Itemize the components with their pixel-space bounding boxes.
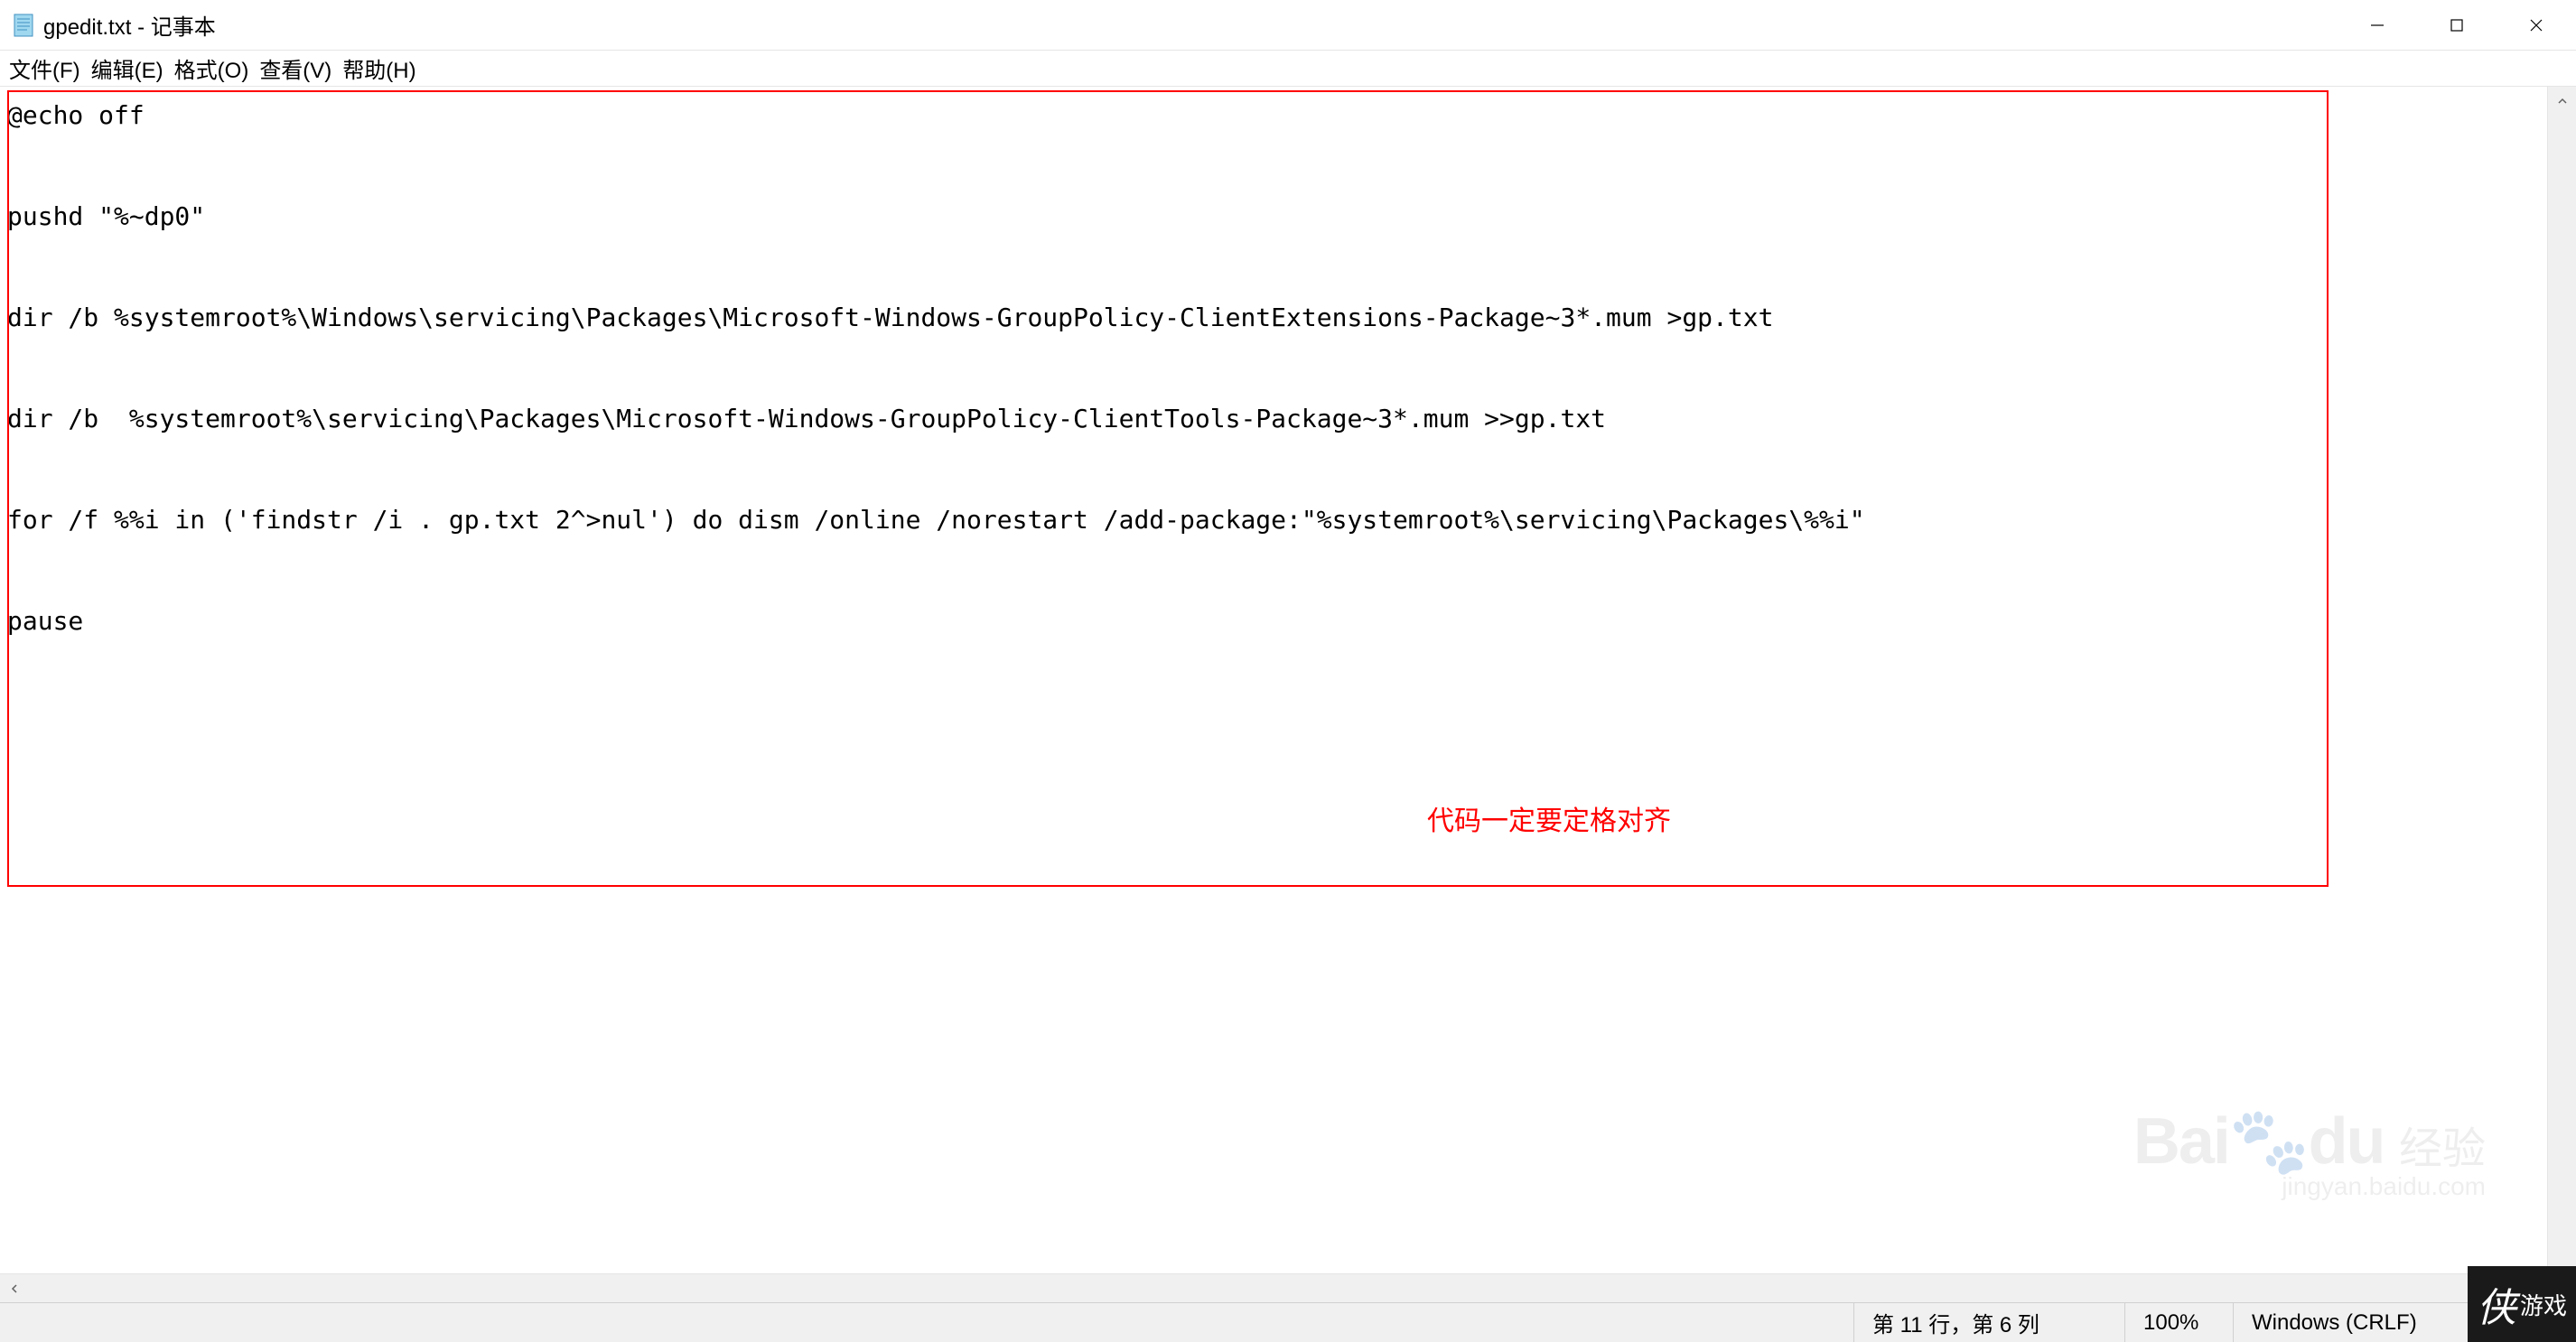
notepad-icon [11,13,36,38]
statusbar-zoom: 100% [2124,1303,2233,1342]
scrollbar-right-icon[interactable] [2547,1274,2576,1302]
titlebar-left: gpedit.txt - 记事本 [0,9,216,41]
statusbar-position: 第 11 行，第 6 列 [1853,1303,2124,1342]
scrollbar-up-icon[interactable] [2548,87,2576,116]
menu-format[interactable]: 格式(O) [169,49,255,88]
vertical-scrollbar[interactable] [2547,87,2576,1273]
editor-area: @echo off pushd "%~dp0" dir /b %systemro… [0,87,2576,1273]
scrollbar-left-icon[interactable] [0,1274,29,1302]
horizontal-scrollbar[interactable] [0,1273,2576,1302]
window-title: gpedit.txt - 记事本 [43,9,216,41]
statusbar: 第 11 行，第 6 列 100% Windows (CRLF) UTF-8 [0,1302,2576,1342]
menubar: 文件(F) 编辑(E) 格式(O) 查看(V) 帮助(H) [0,51,2576,87]
menu-edit[interactable]: 编辑(E) [86,49,169,88]
menu-file[interactable]: 文件(F) [4,49,86,88]
menu-view[interactable]: 查看(V) [254,49,337,88]
statusbar-lineending: Windows (CRLF) [2233,1303,2468,1342]
minimize-button[interactable] [2338,0,2417,51]
menu-help[interactable]: 帮助(H) [337,49,421,88]
maximize-button[interactable] [2417,0,2497,51]
editor-content[interactable]: @echo off pushd "%~dp0" dir /b %systemro… [0,87,2547,1273]
window-controls [2338,0,2576,51]
titlebar: gpedit.txt - 记事本 [0,0,2576,51]
statusbar-encoding: UTF-8 [2468,1303,2576,1342]
close-button[interactable] [2497,0,2576,51]
